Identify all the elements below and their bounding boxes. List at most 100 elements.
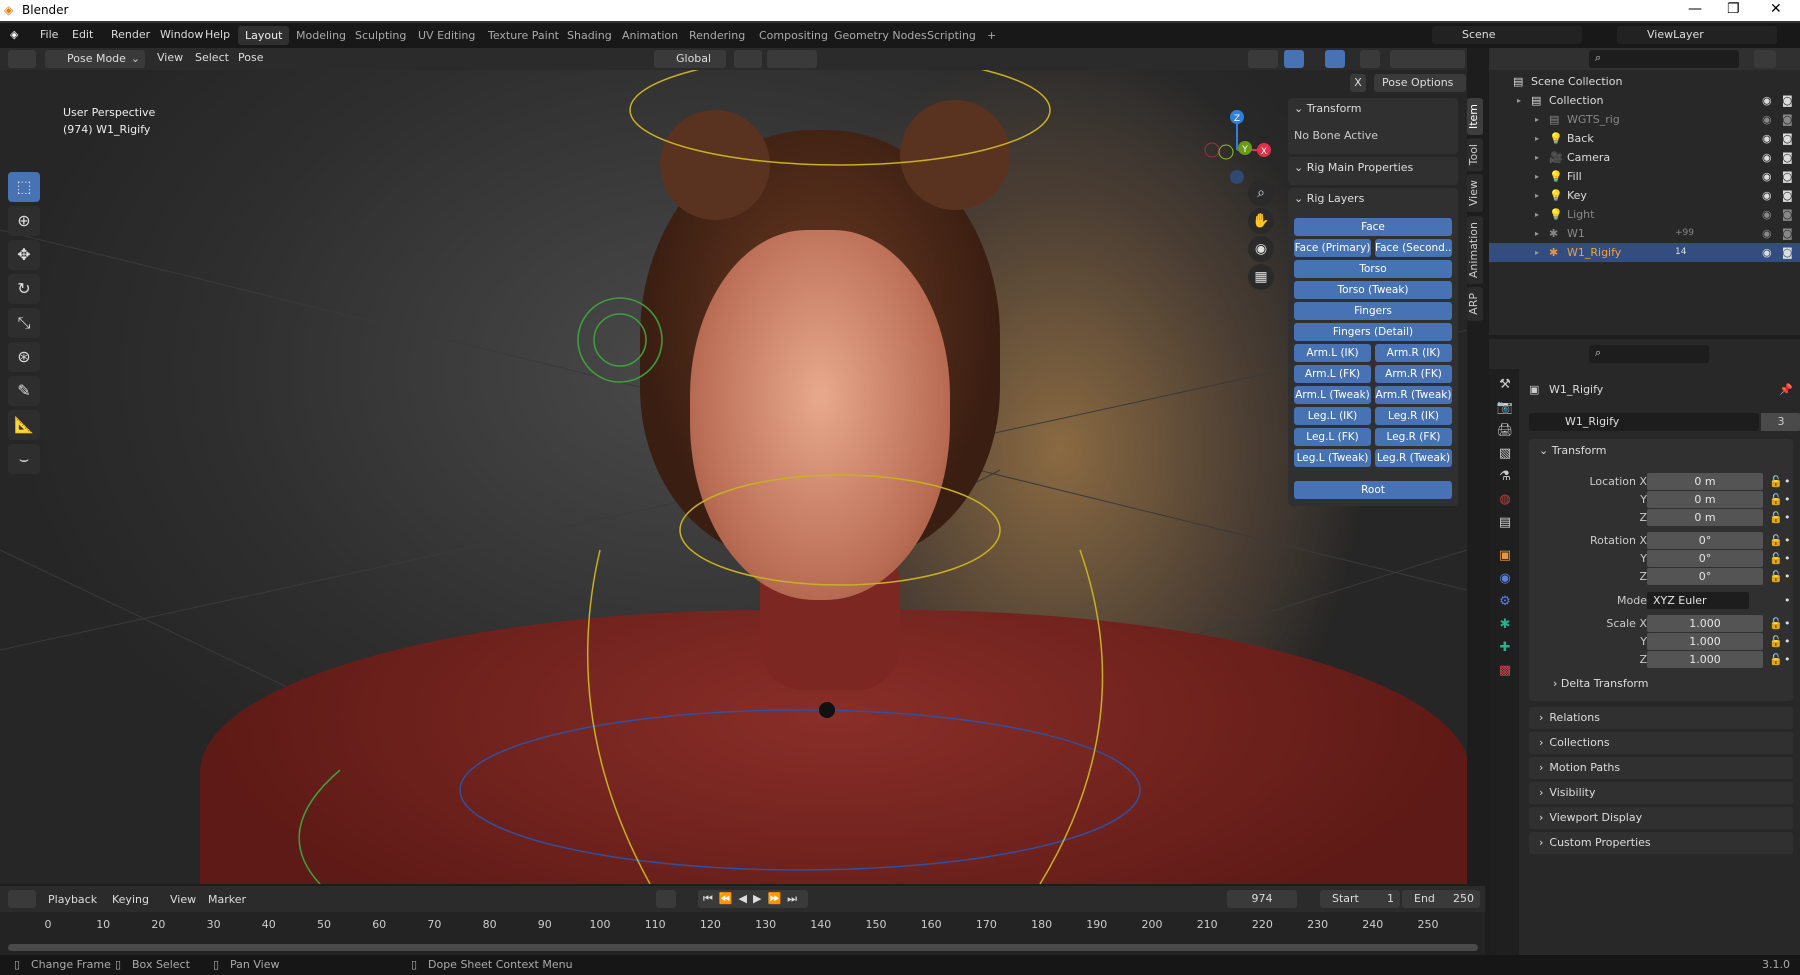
object-data-armature-icon[interactable]: ✱ (1495, 617, 1515, 632)
keyframe-dot-icon[interactable]: • (1784, 473, 1791, 490)
eye-icon[interactable]: ◉ (1762, 91, 1772, 110)
visibility-dropdown[interactable] (1248, 50, 1278, 68)
expand-arrow-icon[interactable]: ▸ (1535, 243, 1539, 262)
perspective-grid-icon[interactable]: ▦ (1248, 264, 1274, 290)
outliner-item[interactable]: ▤ Scene Collection (1489, 72, 1800, 91)
outliner-item[interactable]: ▸ 💡 Back ◉ ◙ (1489, 129, 1800, 148)
keyframe-dot-icon[interactable]: • (1784, 651, 1791, 668)
rig-layer-button[interactable]: Face (Primary) (1294, 239, 1371, 257)
view-menu[interactable]: View (157, 51, 183, 64)
rig-layer-root-button[interactable]: Root (1294, 481, 1452, 499)
expand-arrow-icon[interactable]: ▸ (1535, 186, 1539, 205)
user-count[interactable]: 3 (1761, 413, 1800, 431)
rig-layer-button[interactable]: Fingers (Detail) (1294, 323, 1452, 341)
value-field[interactable]: 0° (1647, 550, 1763, 567)
lock-icon[interactable]: 🔓 (1769, 651, 1783, 668)
tab-add[interactable]: + (980, 26, 1003, 45)
autokey-record-button[interactable] (656, 890, 676, 908)
eye-icon[interactable]: ◉ (1762, 186, 1772, 205)
collection-icon[interactable]: ▤ (1495, 515, 1515, 530)
value-field[interactable]: 0 m (1647, 491, 1763, 508)
playback-controls[interactable]: ⏮⏪◀▶⏩⏭ (698, 890, 808, 908)
lock-icon[interactable]: 🔓 (1769, 491, 1783, 508)
sidebar-tab-animation[interactable]: Animation (1467, 215, 1483, 284)
texture-icon[interactable]: ▩ (1495, 663, 1515, 678)
lock-icon[interactable]: 🔓 (1769, 532, 1783, 549)
tab-geometry-nodes[interactable]: Geometry Nodes (827, 26, 934, 45)
current-frame-field[interactable]: 974 (1227, 890, 1297, 908)
shading-buttons[interactable] (1390, 50, 1465, 68)
pin-icon[interactable]: 📌 (1779, 383, 1793, 396)
expand-arrow-icon[interactable]: ▸ (1535, 129, 1539, 148)
object-icon[interactable]: ▣ (1495, 548, 1515, 563)
outliner-item[interactable]: ▸ ▤ Collection ◉ ◙ (1489, 91, 1800, 110)
outliner-item[interactable]: ▸ 🎥 Camera ◉ ◙ (1489, 148, 1800, 167)
rig-layer-button[interactable]: Leg.R (IK) (1375, 407, 1452, 425)
rig-layer-button[interactable]: Arm.R (IK) (1375, 344, 1452, 362)
transform-tool-icon[interactable]: ⊛ (8, 342, 40, 372)
outliner-item[interactable]: ▸ ▤ WGTS_rig ◉ ◙ (1489, 110, 1800, 129)
outliner-item[interactable]: ▸ 💡 Fill ◉ ◙ (1489, 167, 1800, 186)
scene-icon[interactable]: ⚗ (1495, 469, 1515, 484)
menu-help[interactable]: Help (205, 28, 230, 41)
outliner-item[interactable]: ▸ ✱ W1 +99 ◉ ◙ (1489, 224, 1800, 243)
rig-layers-header[interactable]: ⌄ Rig Layers (1294, 192, 1452, 212)
rig-layer-button[interactable]: Fingers (1294, 302, 1452, 320)
tab-shading[interactable]: Shading (560, 26, 619, 45)
sidebar-tab-tool[interactable]: Tool (1467, 138, 1483, 172)
tab-texture-paint[interactable]: Texture Paint (481, 26, 566, 45)
menu-window[interactable]: Window (160, 28, 203, 41)
value-field[interactable]: 0° (1647, 532, 1763, 549)
transform-section-header[interactable]: ⌄ Transform (1539, 444, 1606, 457)
section-viewport-display[interactable]: › Viewport Display (1529, 807, 1793, 829)
xray-toggle[interactable] (1360, 50, 1380, 68)
eye-icon[interactable]: ◉ (1762, 205, 1772, 224)
overlay-toggle[interactable] (1325, 50, 1345, 68)
section-custom-properties[interactable]: › Custom Properties (1529, 832, 1793, 854)
blender-menu-icon[interactable]: ◈ (10, 28, 18, 41)
select-menu[interactable]: Select (195, 51, 229, 64)
scene-selector[interactable]: Scene (1432, 26, 1582, 44)
pan-hand-icon[interactable]: ✋ (1248, 208, 1274, 234)
section-motion-paths[interactable]: › Motion Paths (1529, 757, 1793, 779)
tab-rendering[interactable]: Rendering (682, 26, 752, 45)
scale-tool-icon[interactable]: ⤡ (8, 308, 40, 338)
eye-icon[interactable]: ◉ (1762, 129, 1772, 148)
tab-animation[interactable]: Animation (615, 26, 685, 45)
expand-arrow-icon[interactable]: ▸ (1535, 205, 1539, 224)
expand-arrow-icon[interactable]: ▸ (1535, 224, 1539, 243)
lock-icon[interactable]: 🔓 (1769, 473, 1783, 490)
rig-layer-button[interactable]: Arm.L (FK) (1294, 365, 1371, 383)
sidebar-tab-arp[interactable]: ARP (1467, 286, 1483, 321)
gizmo-toggle[interactable] (1284, 50, 1304, 68)
camera-render-icon[interactable]: ◙ (1782, 243, 1793, 262)
lock-icon[interactable]: 🔓 (1769, 615, 1783, 632)
keyframe-dot-icon[interactable]: • (1784, 491, 1791, 508)
filter-icon[interactable] (1754, 50, 1776, 68)
outliner-item[interactable]: ▸ ✱ W1_Rigify 14 ◉ ◙ (1489, 243, 1800, 262)
keyframe-dot-icon[interactable]: • (1784, 633, 1791, 650)
expand-arrow-icon[interactable]: ▸ (1535, 148, 1539, 167)
camera-view-icon[interactable]: ◉ (1248, 236, 1274, 262)
value-field[interactable]: 0 m (1647, 509, 1763, 526)
value-field[interactable]: 1.000 (1647, 615, 1763, 632)
rig-layer-button[interactable]: Leg.L (Tweak) (1294, 449, 1371, 467)
menu-render[interactable]: Render (111, 28, 150, 41)
editor-type-button[interactable] (8, 50, 36, 68)
lock-icon[interactable]: 🔓 (1769, 633, 1783, 650)
camera-render-icon[interactable]: ◙ (1782, 110, 1793, 129)
camera-render-icon[interactable]: ◙ (1782, 167, 1793, 186)
select-box-tool-icon[interactable]: ⬚ (8, 172, 40, 202)
object-datablock-field[interactable]: W1_Rigify (1529, 413, 1759, 431)
sidebar-tab-view[interactable]: View (1467, 174, 1483, 213)
menu-edit[interactable]: Edit (72, 28, 93, 41)
rig-layer-button[interactable]: Arm.R (Tweak) (1375, 386, 1452, 404)
end-frame-field[interactable]: End 250 (1402, 890, 1480, 908)
timeline-menu-keying[interactable]: Keying (112, 893, 149, 906)
tool-icon[interactable]: ⚒ (1495, 377, 1515, 392)
pose-menu[interactable]: Pose (238, 51, 263, 64)
delta-transform-header[interactable]: › Delta Transform (1553, 677, 1648, 690)
outliner-item[interactable]: ▸ 💡 Light ◉ ◙ (1489, 205, 1800, 224)
outliner-item[interactable]: ▸ 💡 Key ◉ ◙ (1489, 186, 1800, 205)
tab-compositing[interactable]: Compositing (752, 26, 835, 45)
